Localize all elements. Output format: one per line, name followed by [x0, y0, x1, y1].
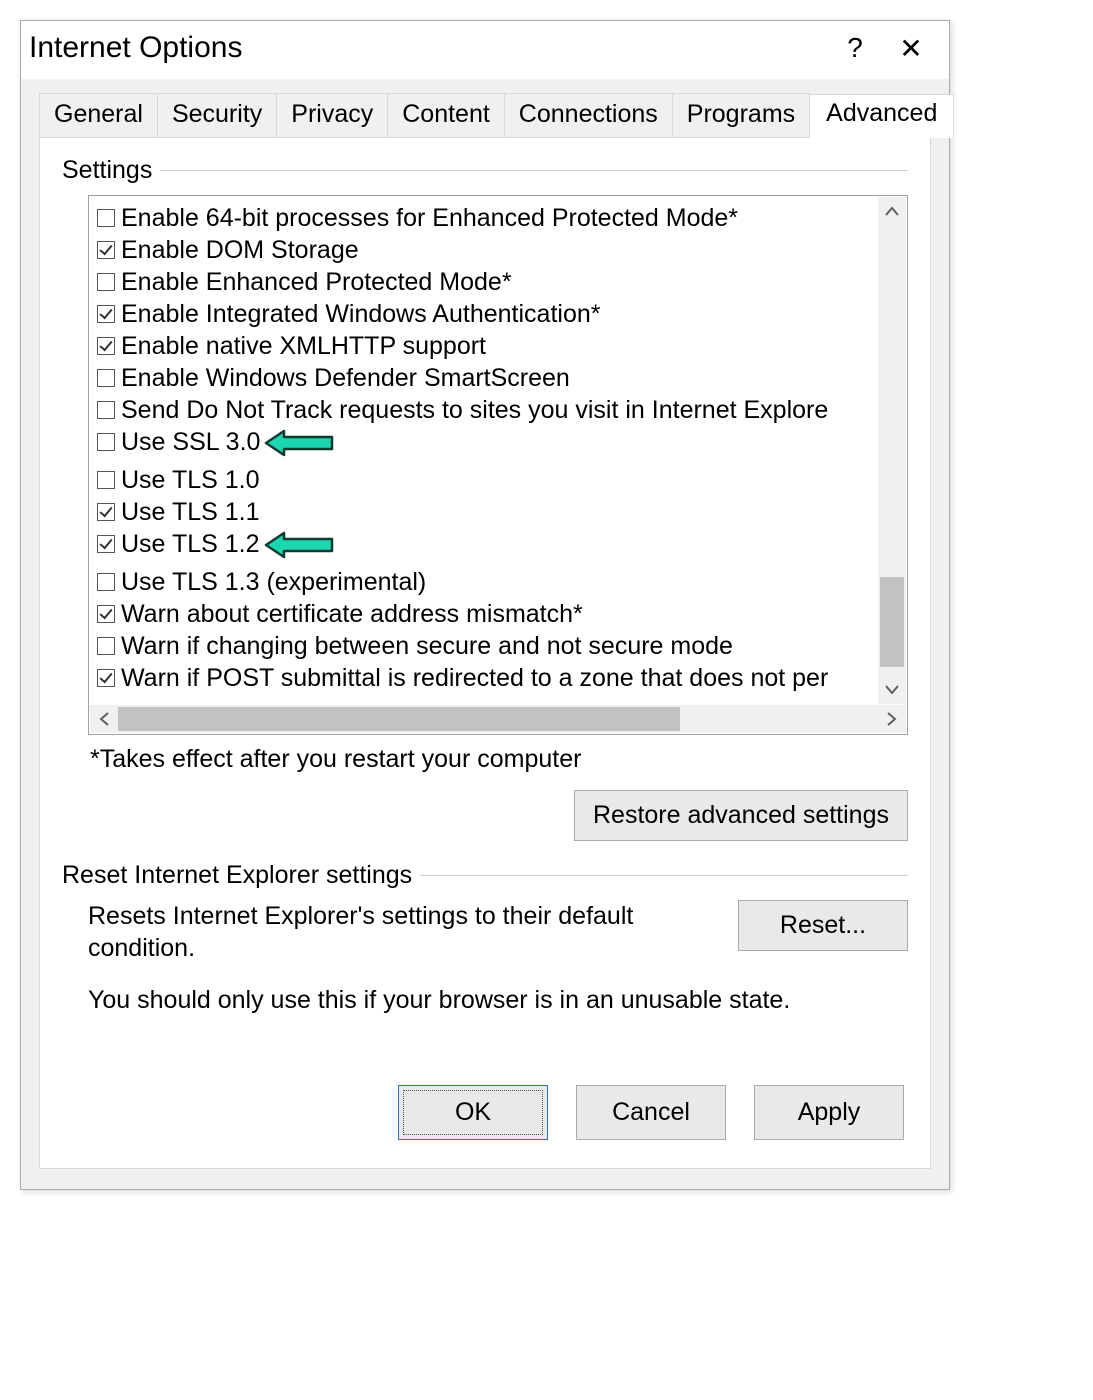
- tab-strip: GeneralSecurityPrivacyContentConnections…: [39, 79, 931, 137]
- checkbox[interactable]: [97, 209, 115, 227]
- scroll-down-icon[interactable]: [878, 676, 906, 704]
- tab-connections[interactable]: Connections: [504, 93, 673, 137]
- close-button[interactable]: ✕: [883, 32, 939, 65]
- settings-item[interactable]: Use TLS 1.1: [95, 496, 867, 528]
- annotation-arrow-icon: [268, 528, 340, 566]
- internet-options-dialog: Internet Options ? ✕ GeneralSecurityPriv…: [20, 20, 950, 1190]
- scroll-right-icon[interactable]: [878, 705, 906, 733]
- vertical-scrollbar[interactable]: [878, 197, 906, 704]
- divider: [160, 170, 908, 171]
- checkbox-label: Enable native XMLHTTP support: [121, 330, 486, 362]
- checkbox[interactable]: [97, 637, 115, 655]
- checkbox-label: Enable Windows Defender SmartScreen: [121, 362, 570, 394]
- divider: [420, 875, 908, 876]
- settings-group-label: Settings: [62, 156, 152, 185]
- settings-item[interactable]: Use SSL 3.0: [95, 426, 867, 464]
- reset-description: Resets Internet Explorer's settings to t…: [88, 900, 714, 964]
- settings-item[interactable]: Use TLS 1.0: [95, 464, 867, 496]
- horizontal-scrollbar[interactable]: [90, 705, 906, 733]
- reset-group-label: Reset Internet Explorer settings: [62, 861, 412, 890]
- apply-button[interactable]: Apply: [754, 1085, 904, 1140]
- checkbox-label: Use TLS 1.0: [121, 464, 260, 496]
- checkbox-label: Use SSL 3.0: [121, 426, 260, 458]
- vscroll-thumb[interactable]: [880, 577, 904, 667]
- annotation-arrow-icon: [268, 426, 340, 464]
- checkbox-label: Warn if POST submittal is redirected to …: [121, 662, 828, 694]
- checkbox[interactable]: [97, 471, 115, 489]
- checkbox[interactable]: [97, 669, 115, 687]
- hscroll-thumb[interactable]: [118, 707, 680, 731]
- titlebar: Internet Options ? ✕: [21, 21, 949, 79]
- checkbox[interactable]: [97, 337, 115, 355]
- tab-privacy[interactable]: Privacy: [276, 93, 388, 137]
- settings-listbox[interactable]: Enable 64-bit processes for Enhanced Pro…: [88, 195, 908, 735]
- settings-item[interactable]: Warn about certificate address mismatch*: [95, 598, 867, 630]
- checkbox-label: Enable Enhanced Protected Mode*: [121, 266, 512, 298]
- tab-programs[interactable]: Programs: [672, 93, 810, 137]
- checkbox-label: Use TLS 1.3 (experimental): [121, 566, 426, 598]
- settings-item[interactable]: Enable 64-bit processes for Enhanced Pro…: [95, 202, 867, 234]
- checkbox[interactable]: [97, 605, 115, 623]
- checkbox[interactable]: [97, 369, 115, 387]
- checkbox-label: Use TLS 1.2: [121, 528, 260, 560]
- vscroll-track[interactable]: [878, 225, 906, 676]
- checkbox-label: Warn about certificate address mismatch*: [121, 598, 583, 630]
- help-button[interactable]: ?: [827, 32, 883, 64]
- tab-security[interactable]: Security: [157, 93, 277, 137]
- settings-item[interactable]: Use TLS 1.2: [95, 528, 867, 566]
- settings-item[interactable]: Warn if changing between secure and not …: [95, 630, 867, 662]
- checkbox[interactable]: [97, 273, 115, 291]
- settings-group-header: Settings: [62, 156, 908, 185]
- dialog-button-row: OK Cancel Apply: [62, 1085, 908, 1140]
- checkbox-label: Enable DOM Storage: [121, 234, 359, 266]
- scroll-left-icon[interactable]: [90, 705, 118, 733]
- reset-button[interactable]: Reset...: [738, 900, 908, 951]
- settings-item[interactable]: Enable Enhanced Protected Mode*: [95, 266, 867, 298]
- settings-item[interactable]: Enable native XMLHTTP support: [95, 330, 867, 362]
- checkbox-label: Warn if changing between secure and not …: [121, 630, 733, 662]
- window-title: Internet Options: [27, 31, 827, 65]
- ok-button[interactable]: OK: [398, 1085, 548, 1140]
- checkbox[interactable]: [97, 305, 115, 323]
- settings-item[interactable]: Enable Integrated Windows Authentication…: [95, 298, 867, 330]
- settings-item[interactable]: Enable DOM Storage: [95, 234, 867, 266]
- settings-item[interactable]: Use TLS 1.3 (experimental): [95, 566, 867, 598]
- checkbox[interactable]: [97, 503, 115, 521]
- reset-hint: You should only use this if your browser…: [88, 986, 908, 1015]
- restart-footnote: *Takes effect after you restart your com…: [90, 745, 908, 774]
- tab-content[interactable]: Content: [387, 93, 505, 137]
- settings-item[interactable]: Warn if POST submittal is redirected to …: [95, 662, 867, 694]
- cancel-button[interactable]: Cancel: [576, 1085, 726, 1140]
- tab-panel-advanced: Settings Enable 64-bit processes for Enh…: [39, 137, 931, 1169]
- hscroll-track[interactable]: [118, 705, 878, 733]
- tab-general[interactable]: General: [39, 93, 158, 137]
- reset-group-header: Reset Internet Explorer settings: [62, 861, 908, 890]
- checkbox[interactable]: [97, 433, 115, 451]
- checkbox-label: Enable Integrated Windows Authentication…: [121, 298, 600, 330]
- tab-advanced[interactable]: Advanced: [809, 94, 954, 138]
- settings-item[interactable]: Send Do Not Track requests to sites you …: [95, 394, 867, 426]
- checkbox[interactable]: [97, 241, 115, 259]
- checkbox-label: Use TLS 1.1: [121, 496, 260, 528]
- checkbox[interactable]: [97, 573, 115, 591]
- checkbox-label: Send Do Not Track requests to sites you …: [121, 394, 828, 426]
- checkbox[interactable]: [97, 401, 115, 419]
- scroll-up-icon[interactable]: [878, 197, 906, 225]
- checkbox-label: Enable 64-bit processes for Enhanced Pro…: [121, 202, 738, 234]
- settings-item[interactable]: Enable Windows Defender SmartScreen: [95, 362, 867, 394]
- checkbox[interactable]: [97, 535, 115, 553]
- restore-advanced-settings-button[interactable]: Restore advanced settings: [574, 790, 908, 841]
